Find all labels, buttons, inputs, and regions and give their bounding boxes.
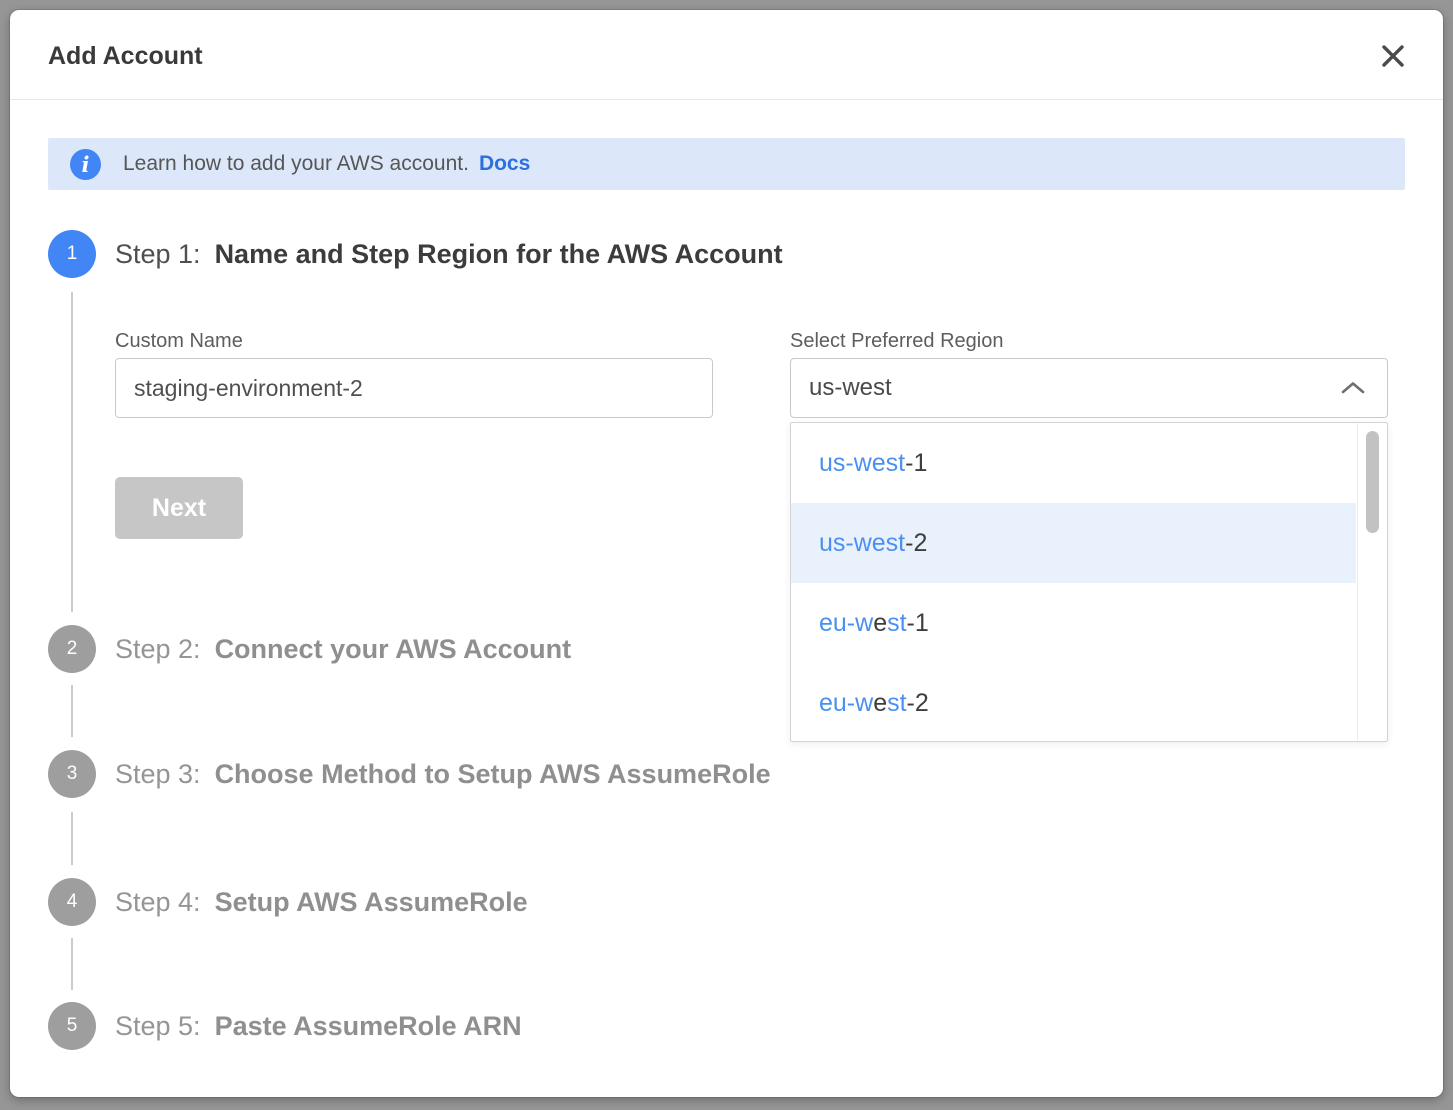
region-option-list: us-west -1 us-west -2 eu-w e st -1 eu-w … xyxy=(791,423,1356,741)
option-match-text: eu-w xyxy=(819,609,873,638)
step-2-heading: Step 2: Connect your AWS Account xyxy=(115,625,571,673)
region-dropdown: us-west -1 us-west -2 eu-w e st -1 eu-w … xyxy=(790,422,1388,742)
info-banner: i Learn how to add your AWS account. Doc… xyxy=(48,138,1405,190)
modal-header: Add Account xyxy=(10,10,1443,100)
step-2-circle: 2 xyxy=(48,625,96,673)
step-connector-1-2 xyxy=(71,292,73,612)
region-select[interactable]: us-west xyxy=(790,358,1388,418)
step-5-circle: 5 xyxy=(48,1002,96,1050)
option-match-text: eu-w xyxy=(819,689,873,718)
step-3-circle: 3 xyxy=(48,750,96,798)
step-3-title: Choose Method to Setup AWS AssumeRole xyxy=(215,759,771,790)
next-button[interactable]: Next xyxy=(115,477,243,539)
region-option-us-west-2[interactable]: us-west -2 xyxy=(791,503,1356,583)
step-1-title: Name and Step Region for the AWS Account xyxy=(215,239,783,270)
step-2-prefix: Step 2: xyxy=(115,634,201,665)
step-4-heading: Step 4: Setup AWS AssumeRole xyxy=(115,878,528,926)
custom-name-input[interactable] xyxy=(115,358,713,418)
step-connector-3-4 xyxy=(71,812,73,865)
region-option-us-west-1[interactable]: us-west -1 xyxy=(791,423,1356,503)
banner-text: Learn how to add your AWS account. xyxy=(123,152,469,176)
region-option-eu-west-2[interactable]: eu-w e st -2 xyxy=(791,663,1356,743)
step-5-title: Paste AssumeRole ARN xyxy=(215,1011,522,1042)
step-3-heading: Step 3: Choose Method to Setup AWS Assum… xyxy=(115,750,771,798)
option-rest-text: -1 xyxy=(907,609,929,638)
option-match-text: us-west xyxy=(819,529,905,558)
option-rest-text: -2 xyxy=(907,689,929,718)
option-rest-text: e xyxy=(873,689,887,718)
option-match-text: st xyxy=(887,609,906,638)
step-1-circle: 1 xyxy=(48,230,96,278)
step-3-prefix: Step 3: xyxy=(115,759,201,790)
custom-name-label: Custom Name xyxy=(115,330,243,353)
dropdown-scrollbar[interactable] xyxy=(1357,423,1387,741)
add-account-modal: Add Account i Learn how to add your AWS … xyxy=(10,10,1443,1097)
close-button[interactable] xyxy=(1377,40,1409,72)
step-4-prefix: Step 4: xyxy=(115,887,201,918)
region-select-value: us-west xyxy=(809,374,1341,402)
option-rest-text: -1 xyxy=(905,449,927,478)
step-connector-4-5 xyxy=(71,938,73,990)
option-match-text: st xyxy=(887,689,906,718)
step-1-prefix: Step 1: xyxy=(115,239,201,270)
scrollbar-thumb[interactable] xyxy=(1366,431,1379,533)
region-option-eu-west-1[interactable]: eu-w e st -1 xyxy=(791,583,1356,663)
step-5-heading: Step 5: Paste AssumeRole ARN xyxy=(115,1002,522,1050)
step-1-heading: Step 1: Name and Step Region for the AWS… xyxy=(115,230,783,278)
step-connector-2-3 xyxy=(71,685,73,737)
option-rest-text: -2 xyxy=(905,529,927,558)
chevron-up-icon xyxy=(1341,381,1365,395)
option-rest-text: e xyxy=(873,609,887,638)
step-2-title: Connect your AWS Account xyxy=(215,634,572,665)
docs-link[interactable]: Docs xyxy=(479,152,530,176)
close-icon xyxy=(1380,43,1406,69)
step-4-title: Setup AWS AssumeRole xyxy=(215,887,528,918)
info-icon: i xyxy=(70,149,101,180)
modal-title: Add Account xyxy=(48,10,203,100)
step-4-circle: 4 xyxy=(48,878,96,926)
region-label: Select Preferred Region xyxy=(790,330,1003,353)
step-5-prefix: Step 5: xyxy=(115,1011,201,1042)
option-match-text: us-west xyxy=(819,449,905,478)
